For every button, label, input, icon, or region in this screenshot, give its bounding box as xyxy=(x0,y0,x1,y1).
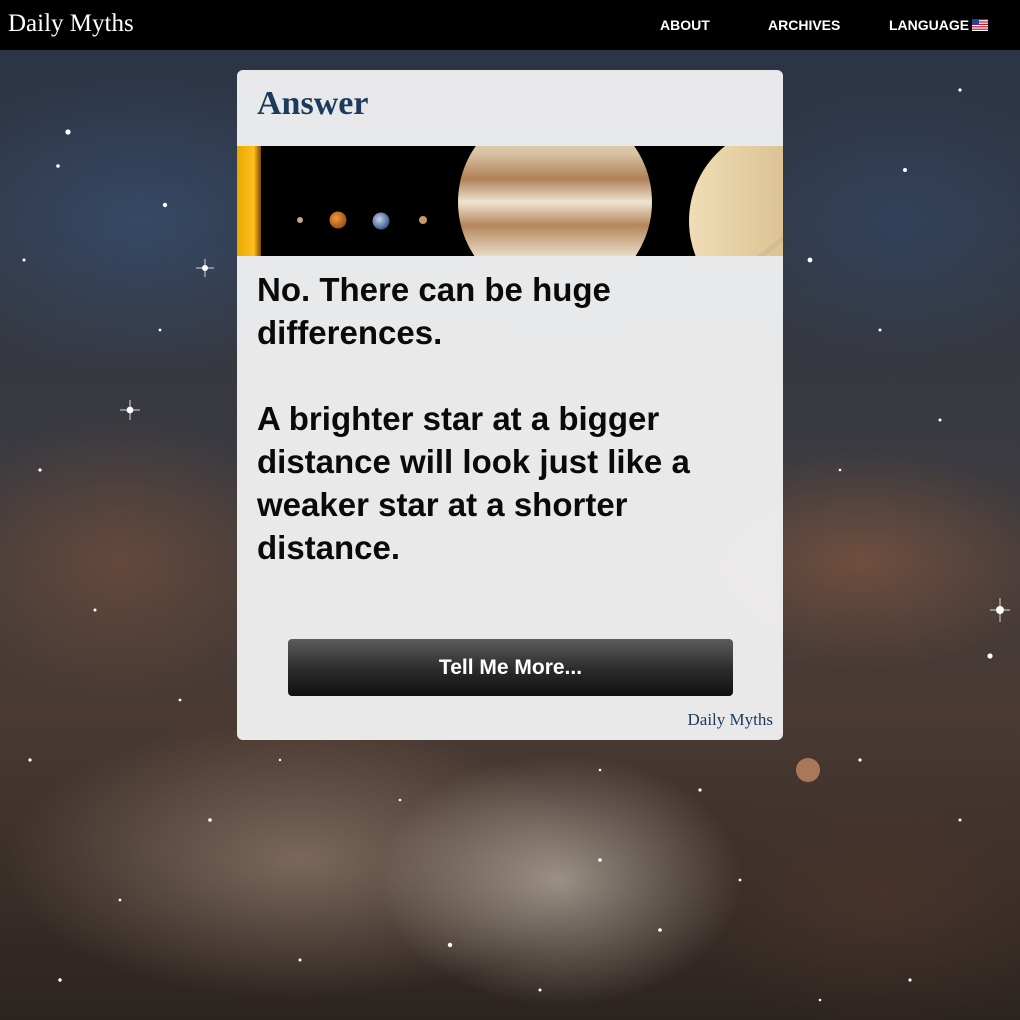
answer-headline: No. There can be huge differences. xyxy=(257,271,611,351)
nav-language[interactable]: LANGUAGE xyxy=(889,16,969,34)
top-navigation-bar: Daily Myths ABOUT ARCHIVES LANGUAGE xyxy=(0,0,1020,50)
tell-me-more-button[interactable]: Tell Me More... xyxy=(288,639,733,696)
nav-archives[interactable]: ARCHIVES xyxy=(768,16,840,34)
planets-banner-image xyxy=(237,146,783,256)
answer-explanation: A brighter star at a bigger distance wil… xyxy=(257,400,690,566)
card-footer-brand: Daily Myths xyxy=(687,710,773,729)
card-title: Answer xyxy=(257,85,369,122)
answer-card: Answer No. There can be huge differences… xyxy=(237,70,783,740)
nav-about[interactable]: ABOUT xyxy=(660,16,710,34)
site-logo[interactable]: Daily Myths xyxy=(8,9,134,39)
us-flag-icon[interactable] xyxy=(972,19,988,31)
